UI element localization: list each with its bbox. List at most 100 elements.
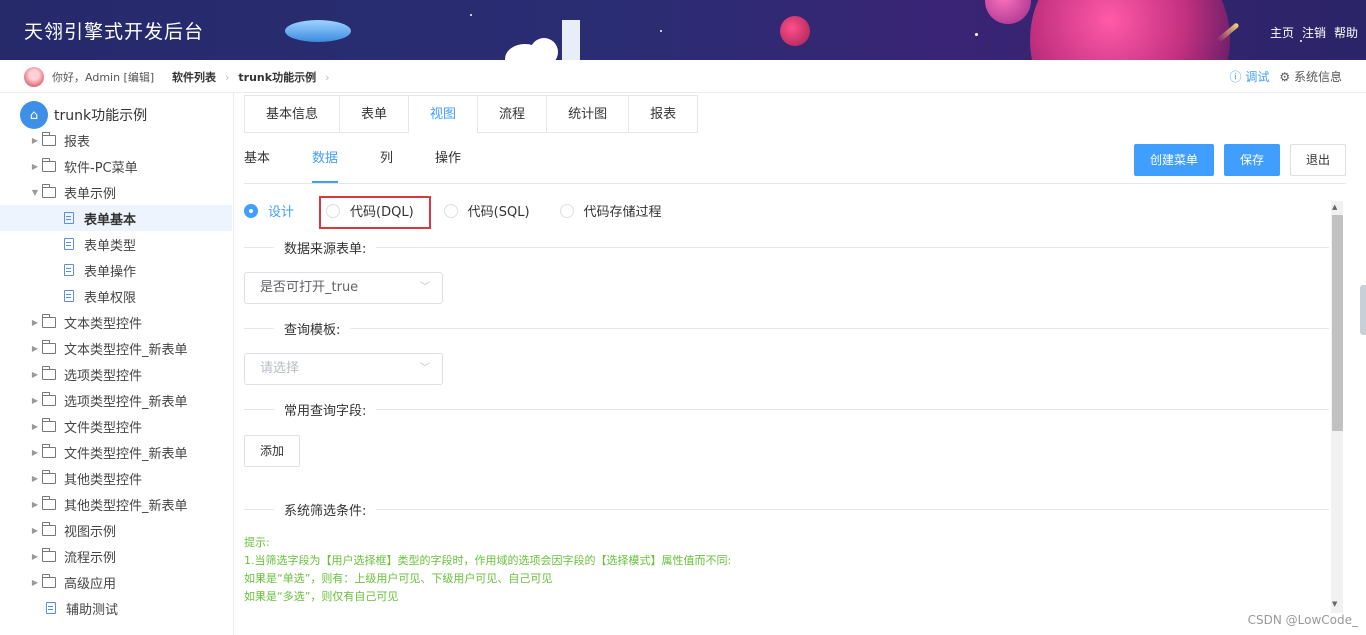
tip-line: 1.当筛选字段为【用户选择框】类型的字段时，作用域的选项会因字段的【选择模式】属…: [244, 554, 732, 567]
radio-design[interactable]: 设计: [244, 201, 294, 220]
tab-view[interactable]: 视图: [408, 95, 478, 133]
sidebar-item-label: 报表: [64, 134, 91, 150]
sidebar-item-report[interactable]: ▶ 报表: [0, 127, 232, 153]
subtab-operations[interactable]: 操作: [435, 145, 461, 183]
sidebar-item-other-controls[interactable]: ▶ 其他类型控件: [0, 465, 232, 491]
section-title: 常用查询字段:: [274, 400, 377, 419]
sidebar-item-flow-demo[interactable]: ▶ 流程示例: [0, 543, 232, 569]
create-menu-button[interactable]: 创建菜单: [1134, 144, 1214, 176]
nav-home-link[interactable]: 主页: [1270, 24, 1294, 41]
user-greeting[interactable]: 你好，Admin [编辑]: [52, 69, 154, 85]
module-tabs: 基本信息 表单 视图 流程 统计图 报表: [244, 95, 699, 133]
breadcrumb-bar: 你好，Admin [编辑] 软件列表 › trunk功能示例 › ⓘ 调试 ⚙ …: [0, 60, 1366, 93]
tab-flow[interactable]: 流程: [477, 95, 547, 133]
star-decoration: [660, 30, 662, 32]
sidebar-item-label: 辅助测试: [66, 602, 119, 618]
avatar[interactable]: [24, 67, 44, 87]
sidebar-item-option-controls[interactable]: ▶ 选项类型控件: [0, 361, 232, 387]
caret-right-icon[interactable]: ▶: [28, 318, 42, 327]
sidebar-item-text-controls[interactable]: ▶ 文本类型控件: [0, 309, 232, 335]
caret-right-icon[interactable]: ▶: [28, 578, 42, 587]
tip-line: 如果是“单选”，则有：上级用户可见、下级用户可见、自己可见: [244, 572, 553, 585]
planet-illustration: [985, 0, 1031, 24]
tab-report[interactable]: 报表: [628, 95, 699, 133]
folder-icon: [41, 417, 56, 432]
sidebar-item-option-controls-new[interactable]: ▶ 选项类型控件_新表单: [0, 387, 232, 413]
sidebar-item-form-basic[interactable]: 表单基本: [0, 205, 232, 231]
folder-icon: [41, 547, 56, 562]
caret-right-icon[interactable]: ▶: [28, 136, 42, 145]
data-source-select[interactable]: 是否可打开_true ﹀: [244, 272, 443, 304]
breadcrumb-software-list[interactable]: 软件列表: [172, 69, 216, 85]
caret-right-icon[interactable]: ▶: [28, 344, 42, 353]
section-data-source: 数据来源表单:: [244, 237, 1329, 257]
sidebar-item-label: 视图示例: [64, 524, 117, 540]
radio-dot: [559, 203, 574, 218]
scrollbar-thumb[interactable]: [1332, 215, 1343, 431]
add-field-button[interactable]: 添加: [244, 435, 300, 467]
save-button[interactable]: 保存: [1224, 144, 1280, 176]
gear-icon: ⚙: [1279, 70, 1291, 84]
tab-form[interactable]: 表单: [339, 95, 409, 133]
sidebar-item-aux-test[interactable]: 辅助测试: [0, 595, 232, 621]
main-panel: 基本信息 表单 视图 流程 统计图 报表 基本 数据 列 操作 创建菜单 保存 …: [234, 93, 1366, 635]
subtab-columns[interactable]: 列: [380, 145, 393, 183]
side-collapse-handle[interactable]: [1360, 285, 1366, 335]
query-template-select[interactable]: 请选择 ﹀: [244, 353, 443, 385]
section-divider: [244, 247, 1329, 248]
sidebar-item-form-type[interactable]: 表单类型: [0, 231, 232, 257]
sidebar-item-advanced[interactable]: ▶ 高级应用: [0, 569, 232, 595]
caret-down-icon[interactable]: ▼: [28, 188, 42, 197]
tree-root[interactable]: ⌂ trunk功能示例: [20, 101, 147, 129]
sidebar-item-view-demo[interactable]: ▶ 视图示例: [0, 517, 232, 543]
radio-code-sql[interactable]: 代码(SQL): [443, 201, 530, 220]
sidebar-item-label: 文件类型控件_新表单: [64, 446, 188, 462]
caret-right-icon[interactable]: ▶: [28, 552, 42, 561]
sidebar-item-form-demo[interactable]: ▼ 表单示例: [0, 179, 232, 205]
caret-right-icon[interactable]: ▶: [28, 474, 42, 483]
document-icon: [64, 238, 74, 250]
tab-chart[interactable]: 统计图: [546, 95, 629, 133]
folder-icon: [41, 157, 56, 172]
radio-code-stored-procedure[interactable]: 代码存储过程: [559, 201, 662, 220]
sidebar-item-pc-menu[interactable]: ▶ 软件-PC菜单: [0, 153, 232, 179]
sidebar-item-other-controls-new[interactable]: ▶ 其他类型控件_新表单: [0, 491, 232, 517]
scroll-up-icon[interactable]: ▲: [1332, 203, 1337, 211]
sidebar-item-form-permission[interactable]: 表单权限: [0, 283, 232, 309]
sidebar-item-file-controls-new[interactable]: ▶ 文件类型控件_新表单: [0, 439, 232, 465]
section-common-fields: 常用查询字段:: [244, 399, 1329, 419]
caret-right-icon[interactable]: ▶: [28, 370, 42, 379]
sidebar-item-text-controls-new[interactable]: ▶ 文本类型控件_新表单: [0, 335, 232, 361]
debug-link[interactable]: ⓘ 调试: [1230, 68, 1270, 85]
nav-help-link[interactable]: 帮助: [1334, 24, 1358, 41]
caret-right-icon[interactable]: ▶: [28, 526, 42, 535]
section-divider: [244, 328, 1329, 329]
app-header: 天翎引擎式开发后台 主页 注销 帮助: [0, 0, 1366, 60]
caret-right-icon[interactable]: ▶: [28, 396, 42, 405]
sidebar-item-label: 其他类型控件_新表单: [64, 498, 188, 514]
tower-illustration: [562, 20, 580, 60]
caret-right-icon[interactable]: ▶: [28, 422, 42, 431]
sidebar-item-file-controls[interactable]: ▶ 文件类型控件: [0, 413, 232, 439]
folder-icon: [41, 495, 56, 510]
exit-button[interactable]: 退出: [1290, 144, 1346, 176]
folder-icon: [41, 391, 56, 406]
breadcrumb-trunk-demo[interactable]: trunk功能示例: [238, 69, 316, 85]
subtab-basic[interactable]: 基本: [244, 145, 270, 183]
caret-right-icon[interactable]: ▶: [28, 448, 42, 457]
section-title: 数据来源表单:: [274, 238, 377, 257]
caret-right-icon[interactable]: ▶: [28, 162, 42, 171]
caret-right-icon[interactable]: ▶: [28, 500, 42, 509]
sidebar-item-label: 软件-PC菜单: [64, 160, 138, 176]
tab-basic-info[interactable]: 基本信息: [244, 95, 340, 133]
sidebar-item-label: 选项类型控件: [64, 368, 143, 384]
subtab-data[interactable]: 数据: [312, 145, 339, 183]
scroll-down-icon[interactable]: ▼: [1332, 600, 1337, 608]
sidebar-item-form-operation[interactable]: 表单操作: [0, 257, 232, 283]
folder-icon: [41, 443, 56, 458]
chevron-down-icon: ﹀: [420, 282, 430, 293]
chevron-right-icon: ›: [325, 70, 330, 84]
system-info-link[interactable]: ⚙ 系统信息: [1279, 68, 1342, 85]
planet-illustration: [780, 16, 810, 46]
nav-logout-link[interactable]: 注销: [1302, 24, 1326, 41]
